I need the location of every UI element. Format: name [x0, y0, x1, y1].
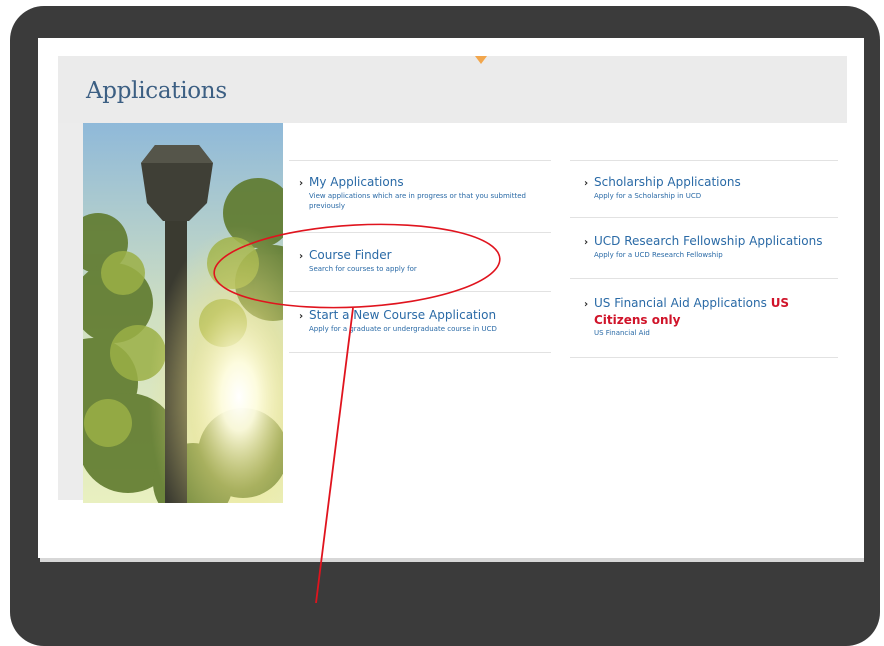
- start-new-course-application-link[interactable]: › Start a New Course Application Apply fo…: [299, 308, 549, 334]
- page-title: Applications: [86, 78, 227, 104]
- side-margin: [58, 123, 83, 500]
- chevron-right-icon: ›: [584, 237, 589, 248]
- link-title: Start a New Course Application: [309, 308, 497, 322]
- link-description: Apply for a graduate or undergraduate co…: [309, 325, 497, 333]
- citizens-only-highlight: Citizens only: [594, 313, 681, 327]
- chevron-right-icon: ›: [299, 251, 304, 262]
- link-description: Apply for a Scholarship in UCD: [594, 192, 702, 200]
- chevron-right-icon: ›: [584, 178, 589, 189]
- divider: [289, 352, 551, 353]
- link-description: Search for courses to apply for: [309, 265, 417, 273]
- us-financial-aid-link[interactable]: › US Financial Aid Applications US Citize…: [584, 296, 834, 338]
- chevron-right-icon: ›: [584, 299, 589, 310]
- divider: [289, 232, 551, 233]
- link-description: View applications which are in progress …: [309, 192, 526, 210]
- link-title: My Applications: [309, 175, 404, 189]
- link-title: Scholarship Applications: [594, 175, 741, 189]
- us-citizens-highlight: US: [770, 296, 790, 310]
- link-title: Course Finder: [309, 248, 392, 262]
- screen-bottom-edge: [40, 558, 864, 562]
- page-header: Applications: [58, 56, 847, 123]
- ucd-research-fellowship-link[interactable]: › UCD Research Fellowship Applications Ap…: [584, 234, 834, 260]
- chevron-right-icon: ›: [299, 178, 304, 189]
- divider: [289, 291, 551, 292]
- divider: [570, 160, 838, 161]
- course-finder-link[interactable]: › Course Finder Search for courses to app…: [299, 248, 549, 274]
- link-description: US Financial Aid: [594, 329, 650, 337]
- my-applications-link[interactable]: › My Applications View applications which…: [299, 175, 549, 211]
- orange-marker-icon: [475, 56, 487, 64]
- divider: [570, 217, 838, 218]
- divider: [289, 160, 551, 161]
- scholarship-applications-link[interactable]: › Scholarship Applications Apply for a Sc…: [584, 175, 834, 201]
- chevron-right-icon: ›: [299, 311, 304, 322]
- divider: [570, 357, 838, 358]
- water-tower-photo: [83, 123, 283, 503]
- link-title: US Financial Aid Applications: [594, 296, 767, 310]
- divider: [570, 278, 838, 279]
- link-title: UCD Research Fellowship Applications: [594, 234, 823, 248]
- link-description: Apply for a UCD Research Fellowship: [594, 251, 723, 259]
- photo-illustration: [83, 123, 283, 503]
